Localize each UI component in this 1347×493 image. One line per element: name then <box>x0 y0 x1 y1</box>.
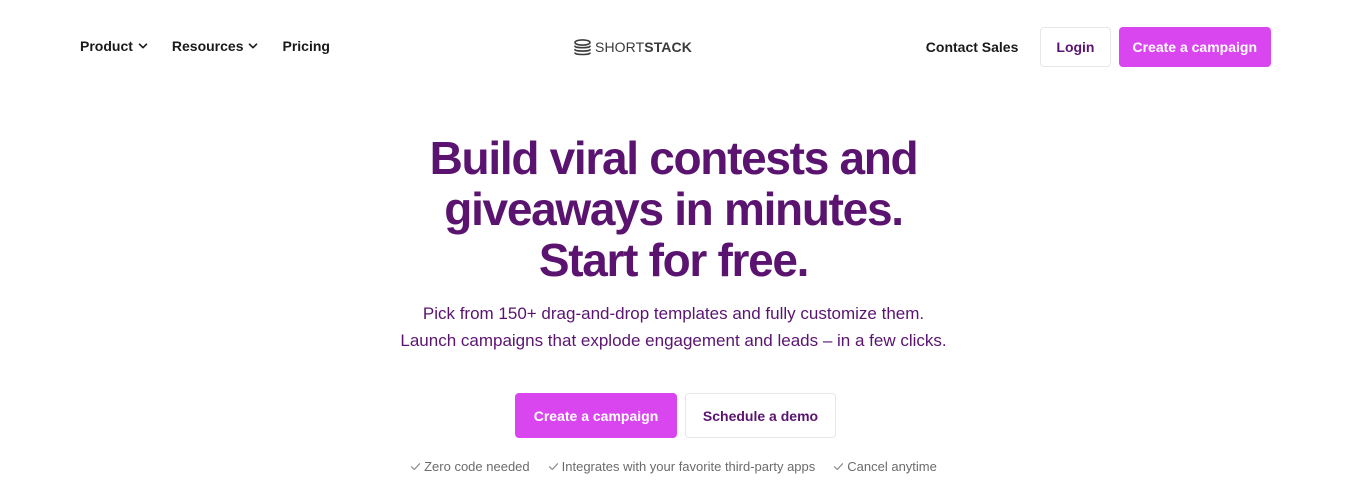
perk-item: Cancel anytime <box>833 459 937 474</box>
perk-list: Zero code needed Integrates with your fa… <box>0 459 1347 474</box>
site-header: Product Resources Pricing SHORTSTACK Con… <box>0 0 1347 93</box>
perk-item: Zero code needed <box>410 459 530 474</box>
hero-subtitle-line: Launch campaigns that explode engagement… <box>400 331 947 350</box>
perk-item: Integrates with your favorite third-part… <box>548 459 816 474</box>
logo-wordmark-short: SHORT <box>595 39 645 55</box>
chevron-down-icon <box>138 41 148 51</box>
nav-pricing[interactable]: Pricing <box>282 38 329 54</box>
hero-title-line: giveaways in minutes. <box>444 183 904 235</box>
header-create-campaign-button[interactable]: Create a campaign <box>1118 27 1271 67</box>
hero-title-line: Build viral contests and <box>429 132 919 184</box>
login-button[interactable]: Login <box>1040 27 1111 67</box>
perk-label: Zero code needed <box>424 459 530 474</box>
nav-pricing-label: Pricing <box>282 38 330 54</box>
shortstack-logo[interactable]: SHORTSTACK <box>573 37 692 57</box>
contact-sales-link[interactable]: Contact Sales <box>926 39 1019 55</box>
check-icon <box>833 461 844 472</box>
chevron-down-icon <box>248 41 258 51</box>
check-icon <box>410 461 421 472</box>
stack-logo-icon <box>574 38 591 55</box>
schedule-demo-button[interactable]: Schedule a demo <box>685 393 836 438</box>
hero-title: Build viral contests and giveaways in mi… <box>0 133 1347 286</box>
logo-wordmark-stack: STACK <box>644 39 692 55</box>
hero-cta-group: Create a campaign Schedule a demo <box>515 393 836 438</box>
nav-product[interactable]: Product <box>80 38 148 54</box>
nav-resources[interactable]: Resources <box>172 38 259 54</box>
perk-label: Cancel anytime <box>847 459 937 474</box>
nav-resources-label: Resources <box>171 38 244 54</box>
hero-subtitle: Pick from 150+ drag-and-drop templates a… <box>0 300 1347 354</box>
create-campaign-button[interactable]: Create a campaign <box>515 393 677 438</box>
primary-nav: Product Resources Pricing <box>80 36 330 56</box>
landing-page: Product Resources Pricing SHORTSTACK Con… <box>0 0 1347 493</box>
nav-product-label: Product <box>80 38 133 54</box>
perk-label: Integrates with your favorite third-part… <box>561 459 816 474</box>
hero-subtitle-line: Pick from 150+ drag-and-drop templates a… <box>422 304 925 323</box>
hero-title-line: Start for free. <box>538 234 810 286</box>
header-actions: Contact Sales Login Create a campaign <box>926 27 1271 67</box>
logo-wordmark: SHORTSTACK <box>595 39 692 55</box>
check-icon <box>548 461 559 472</box>
